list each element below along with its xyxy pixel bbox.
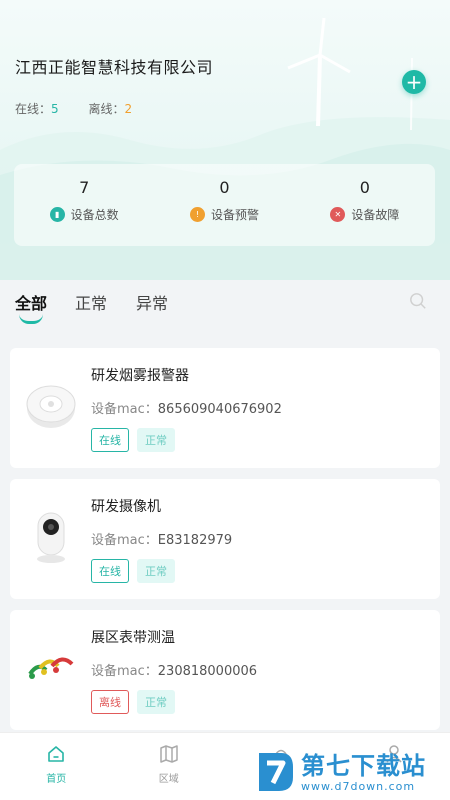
device-mac-label: 设备mac： [91, 402, 158, 417]
online-status-badge: 在线 [91, 559, 129, 583]
connection-summary: 在线：5 离线：2 [15, 100, 158, 117]
stat-warning[interactable]: 0 ! 设备预警 [154, 164, 294, 246]
device-card[interactable]: 展区表带测温 设备mac：230818000006 离线 正常 [10, 610, 440, 730]
camera-image [37, 512, 65, 563]
stats-card: 7 ▮ 设备总数 0 ! 设备预警 0 ✕ 设备故障 [14, 164, 435, 246]
nav-area[interactable]: 区域 [113, 733, 226, 800]
map-icon [160, 745, 178, 763]
stat-total[interactable]: 7 ▮ 设备总数 [14, 164, 154, 246]
plus-icon: + [405, 70, 423, 94]
device-name: 研发烟雾报警器 [91, 368, 189, 384]
warning-icon: ! [189, 207, 205, 222]
search-icon[interactable] [409, 292, 427, 310]
device-mac: 设备mac：230818000006 [91, 660, 257, 679]
nav-area-label: 区域 [158, 774, 179, 785]
online-status-badge: 在线 [91, 428, 129, 452]
normal-state-badge: 正常 [137, 690, 175, 714]
watermark-title: 第七下载站 [301, 751, 426, 780]
nav-home-label: 首页 [46, 774, 67, 785]
online-label: 在线： [15, 102, 52, 116]
device-name: 研发摄像机 [91, 499, 161, 515]
offline-count: 2 [124, 102, 133, 116]
device-name: 展区表带测温 [91, 630, 175, 646]
smoke-detector-image [26, 385, 76, 428]
tab-abnormal[interactable]: 异常 [136, 290, 168, 314]
online-count: 5 [51, 102, 59, 116]
add-device-button[interactable]: + [402, 70, 426, 94]
device-mac-value: 230818000006 [157, 664, 258, 679]
active-tab-indicator [19, 314, 43, 324]
d7-logo-icon [259, 753, 293, 791]
company-name: 江西正能智慧科技有限公司 [15, 58, 214, 77]
normal-state-badge: 正常 [137, 559, 175, 583]
device-mac: 设备mac：865609040676902 [91, 398, 282, 417]
fault-icon: ✕ [330, 207, 346, 222]
home-icon [48, 746, 65, 762]
device-card[interactable]: 研发摄像机 设备mac：E83182979 在线 正常 [10, 479, 440, 599]
normal-state-badge: 正常 [137, 428, 175, 452]
filter-tabs: 全部 正常 异常 [15, 290, 435, 326]
stat-warning-label: 设备预警 [210, 208, 259, 222]
offline-status-badge: 离线 [91, 690, 129, 714]
device-mac: 设备mac：E83182979 [91, 529, 232, 548]
stat-total-value: 7 [79, 178, 90, 197]
watermark: 第七下载站 www.d7down.com [255, 744, 450, 800]
temperature-band-image [28, 657, 74, 679]
wind-turbine-illustration [287, 17, 413, 131]
stat-fault-label: 设备故障 [351, 208, 400, 222]
device-mac-label: 设备mac： [91, 533, 158, 548]
device-mac-value: E83182979 [157, 533, 233, 548]
offline-label: 离线： [88, 102, 125, 116]
device-icon: ▮ [49, 207, 65, 222]
nav-home[interactable]: 首页 [0, 733, 113, 800]
watermark-url: www.d7down.com [301, 779, 416, 793]
tab-normal[interactable]: 正常 [75, 290, 107, 314]
stat-fault[interactable]: 0 ✕ 设备故障 [295, 164, 435, 246]
tab-all[interactable]: 全部 [15, 290, 47, 314]
device-card[interactable]: 研发烟雾报警器 设备mac：865609040676902 在线 正常 [10, 348, 440, 468]
device-mac-value: 865609040676902 [157, 402, 282, 417]
stat-warning-value: 0 [219, 178, 230, 197]
device-mac-label: 设备mac： [91, 664, 158, 679]
stat-total-label: 设备总数 [70, 208, 119, 222]
stat-fault-value: 0 [359, 178, 370, 197]
